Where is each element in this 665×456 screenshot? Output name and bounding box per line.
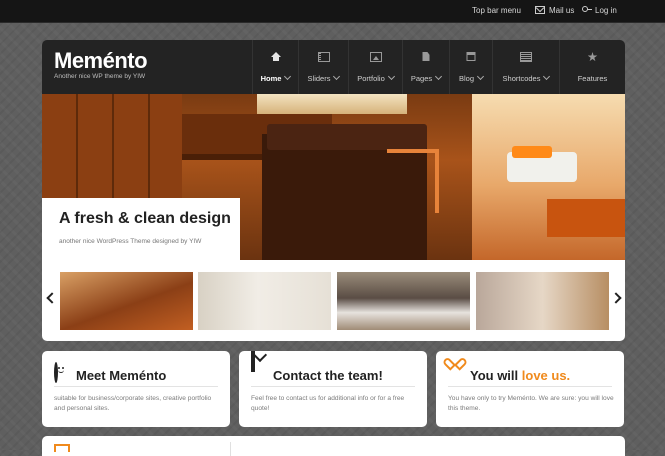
log-in-link[interactable]: Log in bbox=[582, 0, 617, 22]
card-title-text: Meet Meménto bbox=[76, 368, 167, 383]
slide-image-pillow bbox=[512, 146, 552, 158]
chevron-down-icon bbox=[284, 72, 292, 81]
feature-card-love: You will love us. You have only to try M… bbox=[436, 351, 624, 427]
card-title: Meet Meménto bbox=[76, 368, 166, 383]
nav-label-sliders: Sliders bbox=[307, 74, 331, 83]
nav-item-shortcodes[interactable]: Shortcodes bbox=[492, 40, 559, 94]
top-bar-menu-link[interactable]: Top bar menu bbox=[472, 0, 521, 22]
slide-caption-title: A fresh & clean design bbox=[59, 210, 231, 227]
chevron-left-icon[interactable] bbox=[46, 292, 58, 304]
nav-label-blog: Blog bbox=[458, 74, 474, 83]
chevron-right-icon[interactable] bbox=[610, 292, 622, 304]
site-tagline: Another nice WP theme by YIW bbox=[54, 73, 146, 80]
slide-caption-subtitle: another nice WordPress Theme designed by… bbox=[59, 238, 202, 245]
nav-item-home[interactable]: Home bbox=[252, 40, 298, 94]
slide-image-counter bbox=[267, 124, 427, 150]
nav-label-portfolio: Portfolio bbox=[357, 74, 385, 83]
card-text: Feel free to contact us for additional i… bbox=[251, 395, 405, 412]
nav-item-blog[interactable]: Blog bbox=[449, 40, 492, 94]
chevron-down-icon bbox=[333, 72, 341, 81]
bottom-section bbox=[42, 436, 625, 456]
thumbnail-models[interactable] bbox=[198, 272, 331, 330]
thumbnail-bedroom[interactable] bbox=[337, 272, 470, 330]
mail-us-link[interactable]: Mail us bbox=[535, 0, 574, 22]
nav-label-features: Features bbox=[577, 74, 608, 83]
section-icon bbox=[54, 444, 70, 452]
card-text: You have only to try Meménto. We are sur… bbox=[448, 395, 614, 412]
card-title: Contact the team! bbox=[273, 368, 383, 383]
chevron-down-icon bbox=[543, 72, 551, 81]
envelope-icon bbox=[251, 351, 255, 372]
thumbnail-carousel bbox=[42, 260, 625, 341]
shortcodes-icon bbox=[520, 52, 532, 62]
card-title-text: Contact the team! bbox=[273, 368, 383, 383]
chevron-down-icon bbox=[476, 72, 485, 81]
thumbnail-portrait[interactable] bbox=[476, 272, 609, 330]
page-icon bbox=[422, 52, 430, 61]
chevron-down-icon bbox=[435, 72, 443, 81]
nav-item-features[interactable]: Features bbox=[559, 40, 625, 94]
mail-us-label: Mail us bbox=[549, 6, 575, 15]
key-icon bbox=[582, 6, 592, 13]
site-logo[interactable]: Meménto bbox=[54, 48, 148, 74]
feature-card-contact: Contact the team! Feel free to contact u… bbox=[239, 351, 427, 427]
thumbnail-kitchen[interactable] bbox=[60, 272, 193, 330]
nav-label-pages: Pages bbox=[410, 74, 433, 83]
section-divider bbox=[230, 442, 231, 456]
nav-item-pages[interactable]: Pages bbox=[402, 40, 449, 94]
nav-label-home: Home bbox=[260, 74, 282, 83]
calendar-icon bbox=[466, 52, 476, 61]
nav-label-shortcodes: Shortcodes bbox=[502, 74, 541, 83]
card-divider bbox=[251, 386, 415, 387]
smiley-icon bbox=[54, 362, 58, 383]
log-in-label: Log in bbox=[595, 6, 617, 15]
card-title: You will love us. bbox=[470, 368, 570, 383]
main-nav: Home Sliders Portfolio Pages Blog Shortc… bbox=[252, 40, 625, 94]
picture-icon bbox=[369, 52, 382, 62]
nav-item-portfolio[interactable]: Portfolio bbox=[348, 40, 402, 94]
card-divider bbox=[448, 386, 612, 387]
slide-image-window bbox=[257, 94, 407, 114]
home-icon bbox=[270, 52, 281, 61]
card-text: suitable for business/corporate sites, c… bbox=[54, 395, 212, 412]
slide-image-chair bbox=[387, 149, 439, 213]
feature-card-meet: Meet Meménto suitable for business/corpo… bbox=[42, 351, 230, 427]
mail-icon bbox=[535, 5, 545, 14]
card-title-accent: love us. bbox=[521, 368, 571, 383]
slide-image-table bbox=[547, 199, 625, 237]
chevron-down-icon bbox=[387, 72, 395, 81]
card-divider bbox=[54, 386, 218, 387]
card-title-text: You will bbox=[470, 368, 522, 383]
star-icon bbox=[587, 52, 598, 62]
film-icon bbox=[317, 52, 330, 62]
site-header: Meménto Another nice WP theme by YIW Hom… bbox=[42, 40, 625, 94]
top-bar: Top bar menu Mail us Log in bbox=[0, 0, 665, 23]
nav-item-sliders[interactable]: Sliders bbox=[298, 40, 348, 94]
slide-caption: A fresh & clean design another nice Word… bbox=[42, 198, 240, 260]
